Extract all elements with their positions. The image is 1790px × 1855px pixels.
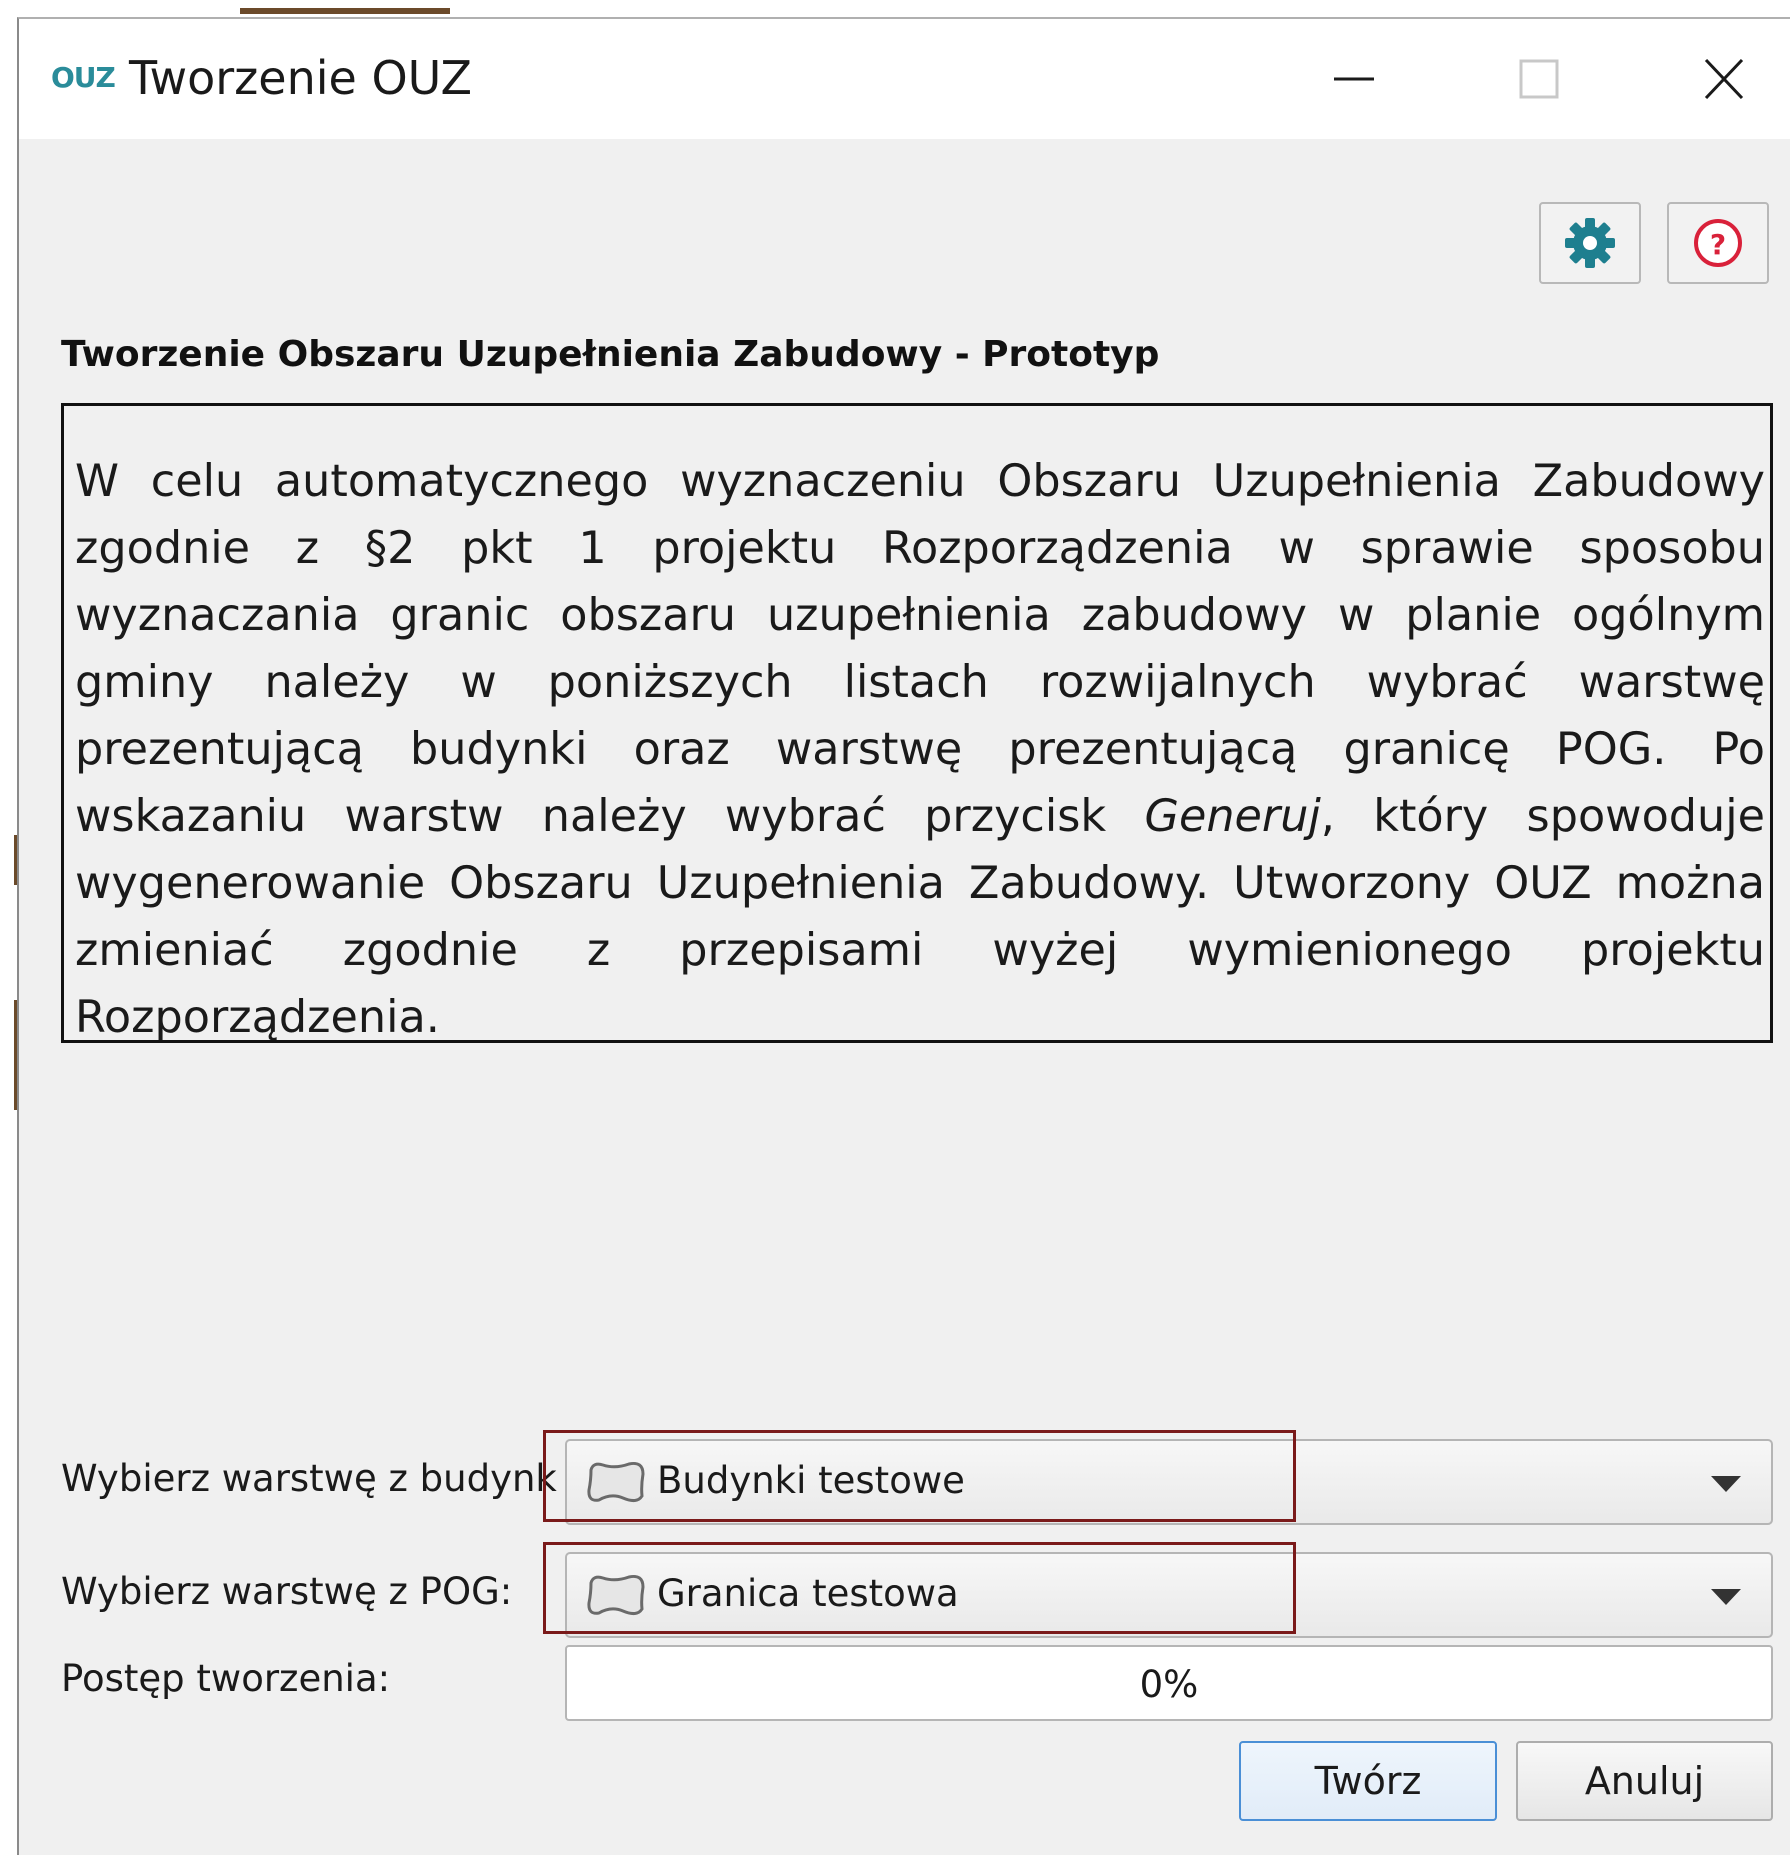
progress-text: 0% [1139, 1663, 1199, 1706]
app-logo-icon: OUZ [51, 61, 116, 94]
description-emphasis: Generuj [1144, 791, 1321, 842]
cancel-button[interactable]: Anuluj [1516, 1741, 1773, 1821]
settings-button[interactable] [1539, 202, 1641, 284]
title-bar: OUZ Tworzenie OUZ [19, 19, 1790, 139]
question-circle-icon: ? [1694, 219, 1742, 267]
polygon-layer-icon [587, 1462, 645, 1503]
dialog-heading: Tworzenie Obszaru Uzupełnienia Zabudowy … [61, 334, 1160, 375]
maximize-button[interactable] [1509, 59, 1569, 99]
chevron-down-icon[interactable] [1711, 1476, 1741, 1492]
background-fragment [240, 8, 450, 14]
minimize-icon [1334, 77, 1374, 81]
window-title: Tworzenie OUZ [129, 51, 473, 105]
close-button[interactable] [1694, 58, 1754, 100]
close-icon [1704, 58, 1744, 100]
description-text: W celu automatycznego wyznaczeniu Obszar… [64, 406, 1765, 1040]
description-box: W celu automatycznego wyznaczeniu Obszar… [61, 403, 1773, 1043]
buildings-layer-value: Budynki testowe [657, 1459, 965, 1502]
chevron-down-icon[interactable] [1711, 1589, 1741, 1605]
pog-layer-combo[interactable]: Granica testowa [565, 1552, 1773, 1638]
progress-bar: 0% [565, 1645, 1773, 1721]
pog-layer-label: Wybierz warstwę z POG: [61, 1570, 513, 1613]
description-part: W celu automatycznego wyznaczeniu Obszar… [75, 456, 1765, 842]
svg-text:?: ? [1710, 228, 1726, 261]
dialog-window: OUZ Tworzenie OUZ ? Tworzenie Obszaru Uz… [17, 17, 1790, 1855]
maximize-icon [1519, 59, 1559, 99]
pog-layer-value: Granica testowa [657, 1572, 959, 1615]
help-button[interactable]: ? [1667, 202, 1769, 284]
gear-icon [1565, 218, 1615, 268]
buildings-layer-combo[interactable]: Budynki testowe [565, 1439, 1773, 1525]
polygon-layer-icon [587, 1575, 645, 1616]
buildings-layer-label: Wybierz warstwę z budynk [61, 1457, 557, 1500]
progress-label: Postęp tworzenia: [61, 1657, 391, 1700]
minimize-button[interactable] [1324, 59, 1384, 99]
create-button[interactable]: Twórz [1239, 1741, 1497, 1821]
